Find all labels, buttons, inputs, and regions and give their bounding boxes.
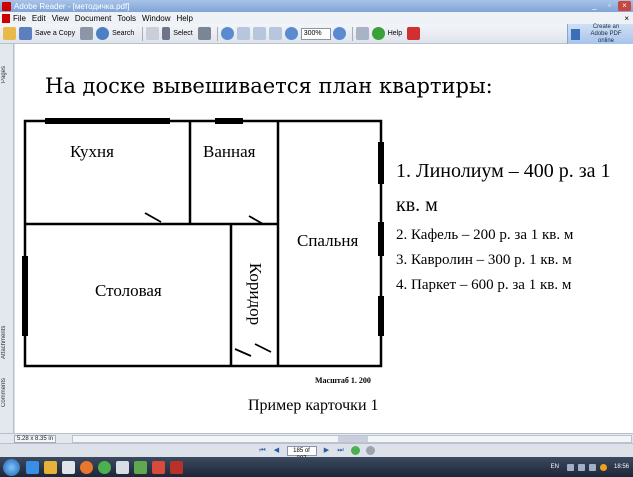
plan-door — [234, 348, 252, 357]
file-explorer-icon[interactable] — [44, 460, 57, 474]
scrollbar-thumb[interactable] — [338, 435, 368, 442]
pdf-online-icon — [571, 28, 580, 40]
actual-size-icon[interactable] — [236, 27, 250, 40]
tray-arrow-icon[interactable] — [566, 463, 574, 471]
page-size-indicator: 5.28 x 8.35 in — [14, 434, 57, 443]
zoom-plus-icon[interactable] — [332, 27, 346, 40]
title-bar: Adobe Reader - [методичка.pdf] _ ▫ × — [0, 0, 633, 12]
document-icon — [2, 13, 10, 23]
go-back-icon[interactable] — [350, 446, 360, 455]
maximize-button[interactable]: ▫ — [603, 1, 616, 11]
menu-view[interactable]: View — [52, 14, 69, 23]
menu-help[interactable]: Help — [177, 14, 193, 23]
price-tile: 2. Кафель – 200 р. за 1 кв. м — [396, 227, 574, 243]
window-controls: _ ▫ × — [588, 1, 631, 11]
select-button[interactable]: Select — [173, 30, 192, 37]
zoom-in-icon[interactable] — [220, 27, 234, 40]
card-caption: Пример карточки 1 — [248, 397, 379, 414]
help-icon[interactable] — [371, 27, 385, 40]
menu-window[interactable]: Window — [142, 14, 170, 23]
yahoo-toolbar-icon[interactable] — [407, 27, 421, 40]
price-parquet: 4. Паркет – 600 р. за 1 кв. м — [396, 277, 572, 293]
scale-label: Масштаб 1. 200 — [315, 376, 371, 385]
create-pdf-line2: Adobe PDF online — [590, 30, 622, 44]
skype-icon[interactable] — [134, 460, 147, 474]
menu-document[interactable]: Document — [75, 14, 111, 23]
internet-explorer-icon[interactable] — [26, 460, 39, 474]
plan-door — [144, 212, 162, 223]
snapshot-icon[interactable] — [197, 27, 211, 40]
next-page-button[interactable]: ▶ — [322, 446, 332, 456]
start-button[interactable] — [3, 458, 20, 476]
search-icon[interactable] — [96, 27, 110, 40]
room-corridor: Коридор — [246, 262, 265, 326]
document-view[interactable]: На доске вывешивается план квартиры: Кух… — [15, 44, 633, 433]
media-player-icon[interactable] — [116, 460, 129, 474]
chrome-icon[interactable] — [98, 460, 111, 474]
open-folder-icon[interactable] — [3, 27, 16, 40]
select-text-icon[interactable] — [162, 27, 171, 40]
create-pdf-online-button[interactable]: Create an Adobe PDF online — [567, 24, 633, 44]
previous-page-button[interactable]: ◀ — [272, 446, 282, 456]
page-navigation-bar: ⏮ ◀ 185 of 287 ▶ ⏭ — [0, 443, 633, 462]
first-page-button[interactable]: ⏮ — [258, 446, 268, 456]
menu-edit[interactable]: Edit — [32, 14, 46, 23]
room-kitchen: Кухня — [70, 142, 114, 161]
window-icon[interactable] — [62, 460, 75, 474]
firefox-icon[interactable] — [80, 460, 93, 474]
toolbar: Save a Copy Search Select 300% Help Crea… — [0, 24, 633, 44]
clock[interactable]: 18:56 — [614, 464, 629, 470]
room-dining: Столовая — [95, 281, 162, 300]
plan-door — [254, 343, 272, 353]
close-document-button[interactable]: × — [624, 14, 629, 23]
close-button[interactable]: × — [618, 1, 631, 11]
toolbar-divider — [142, 26, 144, 41]
network-icon[interactable] — [577, 463, 585, 471]
price-linoleum: 1. Линолиум – 400 р. за 1 — [396, 160, 611, 182]
window-title: Adobe Reader - [методичка.pdf] — [14, 1, 130, 11]
minimize-button[interactable]: _ — [588, 1, 601, 11]
zoom-level-input[interactable]: 300% — [300, 27, 331, 40]
menu-bar: File Edit View Document Tools Window Hel… — [0, 12, 633, 24]
menu-tools[interactable]: Tools — [117, 14, 136, 23]
hand-tool-icon[interactable] — [146, 27, 160, 40]
last-page-button[interactable]: ⏭ — [336, 446, 346, 456]
room-bedroom: Спальня — [297, 231, 359, 250]
search-button[interactable]: Search — [112, 30, 134, 37]
toolbar-divider — [216, 26, 218, 41]
status-bar: 5.28 x 8.35 in — [0, 433, 633, 443]
photo-app-icon[interactable] — [152, 460, 165, 474]
system-tray: EN 18:56 — [551, 457, 629, 477]
save-icon[interactable] — [19, 27, 32, 40]
volume-icon[interactable] — [588, 463, 596, 471]
price-carpet: 3. Кавролин – 300 р. 1 кв. м — [396, 252, 572, 268]
rotate-view-icon[interactable] — [355, 27, 369, 40]
adobe-reader-icon — [2, 1, 11, 11]
navigation-pane: Pages Attachments Comments — [0, 44, 14, 433]
help-button[interactable]: Help — [388, 30, 402, 37]
save-copy-button[interactable]: Save a Copy — [35, 30, 75, 37]
price-linoleum-unit: кв. м — [396, 194, 438, 216]
language-indicator[interactable]: EN — [551, 464, 559, 470]
toolbar-divider — [351, 26, 353, 41]
create-pdf-label: Create an Adobe PDF online — [583, 24, 629, 45]
go-forward-icon[interactable] — [365, 446, 375, 455]
zoom-out-icon[interactable] — [284, 27, 298, 40]
horizontal-scrollbar[interactable] — [72, 434, 632, 443]
tab-pages[interactable]: Pages — [1, 60, 13, 88]
tab-comments[interactable]: Comments — [1, 374, 13, 410]
update-icon[interactable] — [599, 463, 607, 471]
taskbar: EN 18:56 — [0, 457, 633, 477]
tab-attachments[interactable]: Attachments — [1, 320, 13, 364]
fit-width-icon[interactable] — [268, 27, 282, 40]
page-number-input[interactable]: 185 of 287 — [286, 445, 317, 462]
fit-page-icon[interactable] — [252, 27, 266, 40]
room-bathroom: Ванная — [203, 142, 256, 161]
print-icon[interactable] — [80, 27, 94, 40]
menu-file[interactable]: File — [13, 14, 26, 23]
adobe-reader-taskbar-icon[interactable] — [170, 460, 183, 474]
create-pdf-line1: Create an — [592, 23, 620, 30]
